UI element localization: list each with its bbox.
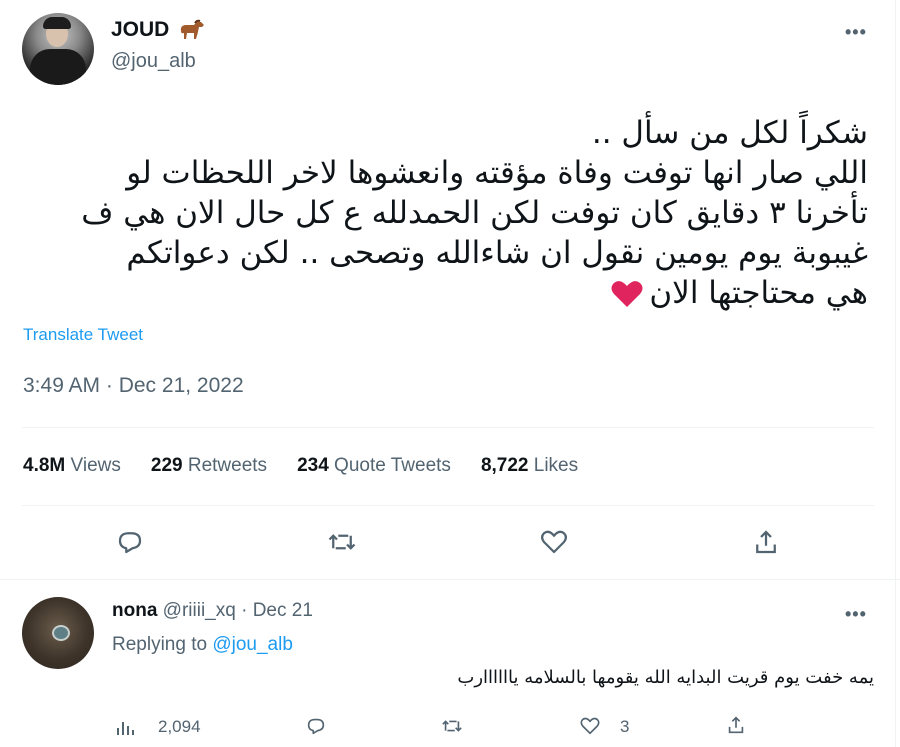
- divider: [0, 579, 900, 580]
- horse-emoji-icon: [180, 19, 204, 39]
- tweet-text-line-end: هي محتاجتها الان: [649, 275, 868, 311]
- reply-avatar[interactable]: [22, 597, 94, 669]
- tweet-text-line: هي محتاجتها الان: [48, 273, 868, 313]
- tweet-text-line: شكراً لكل من سأل ..: [591, 115, 868, 151]
- author-display-name[interactable]: JOUD: [111, 18, 169, 42]
- tweet-stats: 4.8M Views 229 Retweets 234 Quote Tweets…: [23, 455, 608, 477]
- tweet-text: شكراً لكل من سأل .. اللي صار انها توفت و…: [48, 113, 868, 313]
- share-icon[interactable]: [751, 527, 781, 557]
- like-heart-icon[interactable]: [539, 527, 569, 557]
- reply-date[interactable]: · Dec 21: [241, 600, 313, 621]
- more-options-icon[interactable]: •••: [845, 22, 867, 43]
- analytics-icon[interactable]: [115, 716, 137, 738]
- reply-likes-count: 3: [620, 717, 630, 736]
- reply-text: يمه خفت يوم قريت البدايه الله يقومها بال…: [457, 667, 874, 688]
- author-handle[interactable]: @jou_alb: [111, 50, 196, 73]
- retweet-icon[interactable]: [327, 527, 357, 557]
- reply-header: nona @riiii_xq · Dec 21: [112, 600, 313, 622]
- reply-author-name[interactable]: nona: [112, 600, 157, 621]
- red-heart-emoji-icon: [611, 281, 643, 307]
- tweet-text-line: تأخرنا ٣ دقايق كان توفت لكن الحمدلله ع ك…: [81, 195, 868, 231]
- reply-icon[interactable]: [115, 527, 145, 557]
- reply-like-heart-icon[interactable]: [579, 715, 601, 737]
- replying-to: Replying to @jou_alb: [112, 634, 293, 655]
- replying-to-handle-link[interactable]: @jou_alb: [212, 634, 293, 655]
- tweet-text-line: غيبوبة يوم يومين نقول ان شاءالله وتصحى .…: [126, 235, 868, 271]
- divider: [22, 427, 874, 428]
- reply-retweet-icon[interactable]: [441, 715, 463, 737]
- tweet-text-line: اللي صار انها توفت وفاة مؤقته وانعشوها ل…: [126, 155, 868, 191]
- reply-author-handle[interactable]: @riiii_xq: [163, 600, 236, 621]
- views-stat[interactable]: 4.8M Views: [23, 455, 121, 477]
- likes-stat[interactable]: 8,722 Likes: [481, 455, 578, 477]
- translate-tweet-link[interactable]: Translate Tweet: [23, 325, 143, 345]
- author-avatar[interactable]: [22, 13, 94, 85]
- reply-views-count: 2,094: [158, 717, 201, 736]
- tweet-timestamp[interactable]: 3:49 AM · Dec 21, 2022: [23, 374, 244, 398]
- quote-tweets-stat[interactable]: 234 Quote Tweets: [297, 455, 451, 477]
- reply-more-options-icon[interactable]: •••: [845, 604, 867, 625]
- divider: [22, 505, 874, 506]
- reply-share-icon[interactable]: [725, 714, 747, 736]
- reply-reply-icon[interactable]: [305, 715, 327, 737]
- retweets-stat[interactable]: 229 Retweets: [151, 455, 267, 477]
